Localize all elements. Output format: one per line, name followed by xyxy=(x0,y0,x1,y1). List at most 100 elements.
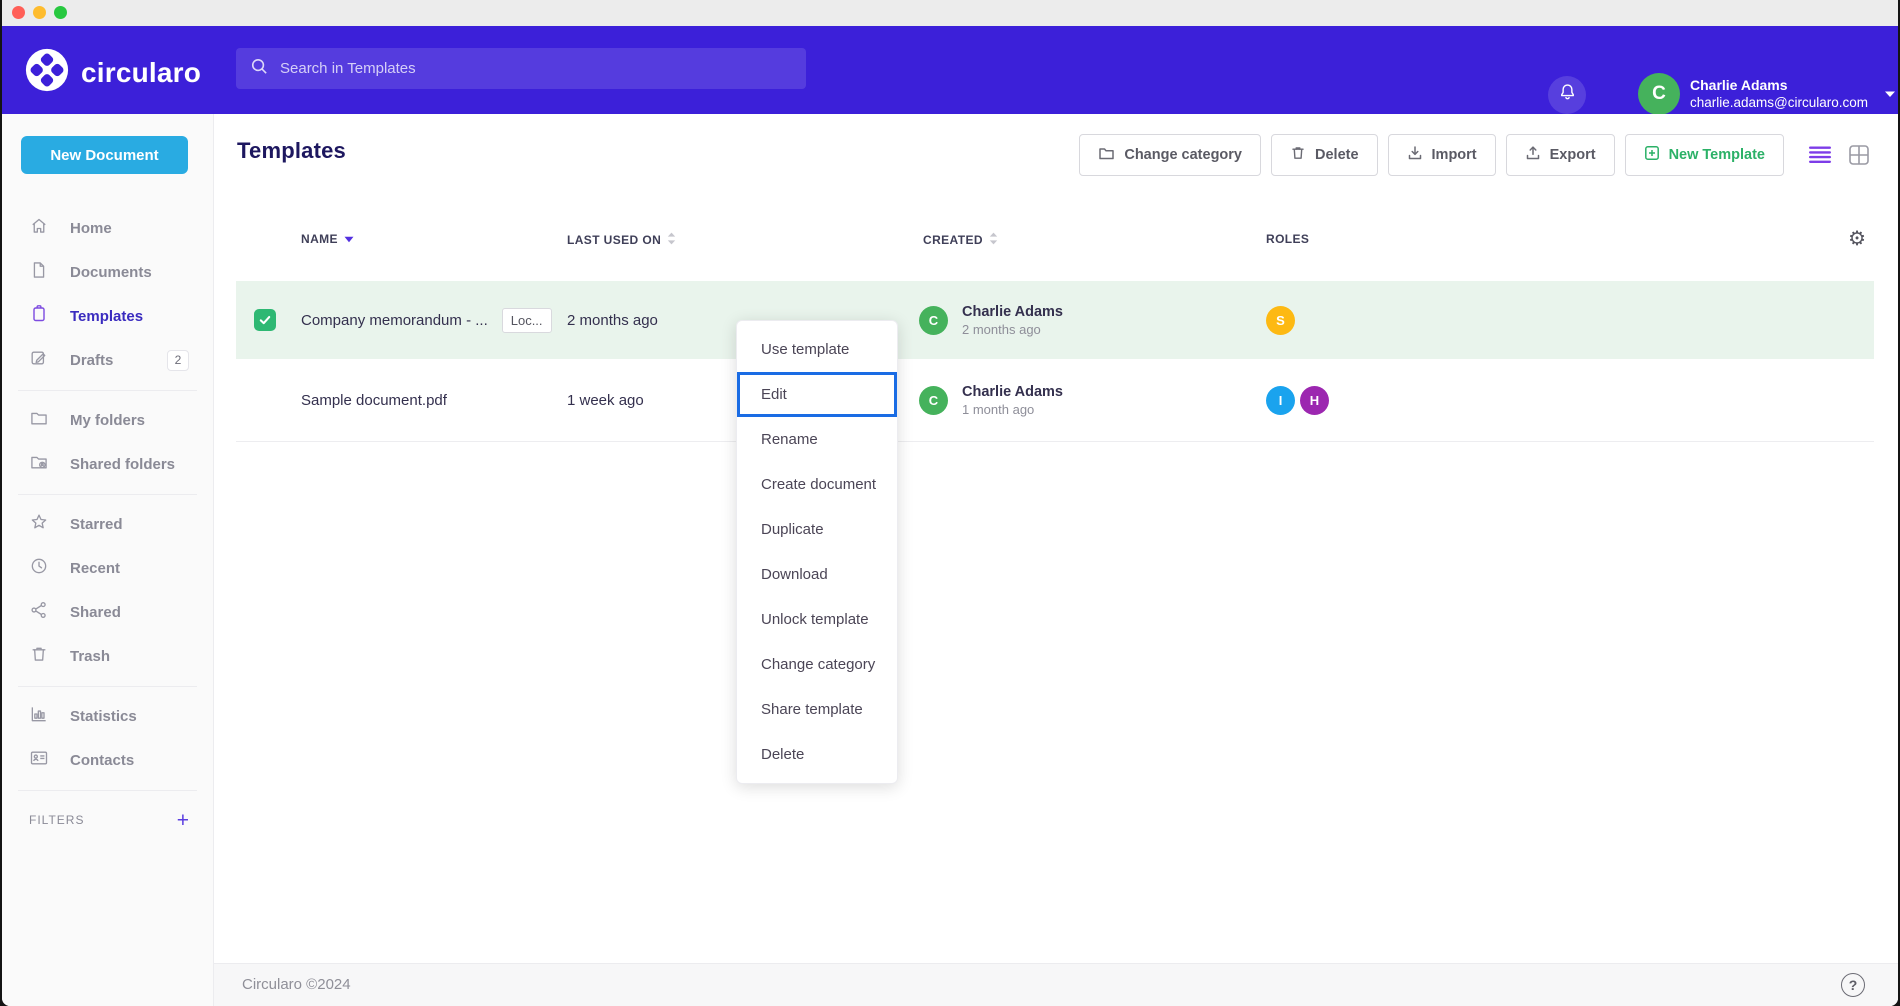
column-header-created[interactable]: CREATED xyxy=(923,232,998,248)
document-icon xyxy=(29,260,49,285)
menu-item-duplicate[interactable]: Duplicate xyxy=(737,507,897,552)
created-date: 1 month ago xyxy=(962,402,1063,417)
menu-item-change-category[interactable]: Change category xyxy=(737,642,897,687)
plus-square-icon xyxy=(1644,145,1660,165)
view-toggles xyxy=(1808,144,1870,166)
search-icon xyxy=(250,57,269,81)
drafts-count-badge: 2 xyxy=(167,350,189,371)
shared-folder-icon xyxy=(29,452,49,477)
sidebar-item-contacts[interactable]: Contacts xyxy=(2,738,213,782)
import-button[interactable]: Import xyxy=(1388,134,1496,176)
creator-name: Charlie Adams xyxy=(962,303,1063,323)
table-row-sample-document[interactable]: Sample document.pdf 1 week ago C Charlie… xyxy=(236,359,1874,442)
template-name[interactable]: Sample document.pdf xyxy=(301,392,447,409)
table-header: NAME LAST USED ON CREATED ROLES ⚙ xyxy=(236,214,1874,281)
sidebar-item-home[interactable]: Home xyxy=(2,206,213,250)
sidebar-item-recent[interactable]: Recent xyxy=(2,546,213,590)
menu-item-download[interactable]: Download xyxy=(737,552,897,597)
macos-titlebar xyxy=(2,0,1898,26)
contacts-icon xyxy=(29,748,49,773)
star-icon xyxy=(29,512,49,537)
question-mark-icon: ? xyxy=(1849,977,1858,993)
locked-badge: Loc... xyxy=(502,308,552,333)
role-avatar-i[interactable]: I xyxy=(1266,386,1295,415)
sidebar-divider xyxy=(18,494,197,495)
user-name: Charlie Adams xyxy=(1690,76,1868,94)
table-settings-gear-icon[interactable]: ⚙ xyxy=(1848,226,1866,250)
change-category-button[interactable]: Change category xyxy=(1079,134,1261,176)
close-window-button[interactable] xyxy=(12,6,25,19)
sidebar-item-documents[interactable]: Documents xyxy=(2,250,213,294)
trash-icon xyxy=(1290,145,1306,165)
maximize-window-button[interactable] xyxy=(54,6,67,19)
filters-label: FILTERS xyxy=(29,813,84,827)
user-menu[interactable]: C Charlie Adams charlie.adams@circularo.… xyxy=(1638,73,1896,115)
templates-table: NAME LAST USED ON CREATED ROLES ⚙ xyxy=(236,214,1874,442)
sidebar-item-drafts[interactable]: Drafts 2 xyxy=(2,338,213,382)
circularo-logo[interactable]: circularo xyxy=(24,47,201,98)
add-filter-button[interactable]: + xyxy=(177,810,189,831)
delete-button[interactable]: Delete xyxy=(1271,134,1378,176)
sidebar-divider xyxy=(18,390,197,391)
sort-icon xyxy=(667,232,676,248)
notifications-button[interactable] xyxy=(1548,76,1586,114)
page-title: Templates xyxy=(237,138,346,164)
sidebar-item-shared[interactable]: Shared xyxy=(2,590,213,634)
sidebar-item-templates[interactable]: Templates xyxy=(2,294,213,338)
folder-icon xyxy=(1098,145,1115,166)
sort-icon xyxy=(989,232,998,248)
role-avatar-s[interactable]: S xyxy=(1266,306,1295,335)
sidebar-divider xyxy=(18,790,197,791)
column-header-last-used[interactable]: LAST USED ON xyxy=(567,232,676,248)
circularo-logo-icon xyxy=(24,47,70,98)
import-icon xyxy=(1407,145,1423,165)
role-avatar-h[interactable]: H xyxy=(1300,386,1329,415)
sidebar-item-trash[interactable]: Trash xyxy=(2,634,213,678)
menu-item-share-template[interactable]: Share template xyxy=(737,687,897,732)
template-icon xyxy=(29,304,49,329)
menu-item-create-document[interactable]: Create document xyxy=(737,462,897,507)
chevron-down-icon xyxy=(1884,85,1896,103)
template-name[interactable]: Company memorandum - ... xyxy=(301,312,488,329)
user-avatar: C xyxy=(1638,73,1680,115)
table-row-company-memorandum[interactable]: Company memorandum - ... Loc... 2 months… xyxy=(236,281,1874,359)
export-button[interactable]: Export xyxy=(1506,134,1615,176)
menu-item-edit[interactable]: Edit xyxy=(737,372,897,417)
statistics-icon xyxy=(29,704,49,729)
sidebar-divider xyxy=(18,686,197,687)
menu-item-rename[interactable]: Rename xyxy=(737,417,897,462)
row-context-menu: Use template Edit Rename Create document… xyxy=(736,320,898,784)
sidebar-item-my-folders[interactable]: My folders xyxy=(2,398,213,442)
menu-item-unlock-template[interactable]: Unlock template xyxy=(737,597,897,642)
toolbar: Change category Delete Import Export New… xyxy=(1079,134,1870,176)
sidebar-item-statistics[interactable]: Statistics xyxy=(2,694,213,738)
row-checkbox-checked[interactable] xyxy=(254,309,276,331)
sort-desc-icon xyxy=(344,232,354,246)
help-button[interactable]: ? xyxy=(1841,973,1865,997)
column-header-name[interactable]: NAME xyxy=(301,232,354,246)
sidebar-item-shared-folders[interactable]: Shared folders xyxy=(2,442,213,486)
share-icon xyxy=(29,600,49,625)
new-document-button[interactable]: New Document xyxy=(21,136,188,174)
trash-icon xyxy=(29,644,49,669)
minimize-window-button[interactable] xyxy=(33,6,46,19)
last-used-value: 2 months ago xyxy=(567,281,658,359)
sidebar: New Document Home Documents Templates Dr… xyxy=(2,114,214,1006)
new-template-button[interactable]: New Template xyxy=(1625,134,1784,176)
created-date: 2 months ago xyxy=(962,322,1063,337)
draft-icon xyxy=(29,348,49,373)
column-header-roles: ROLES xyxy=(1266,232,1309,246)
sidebar-item-starred[interactable]: Starred xyxy=(2,502,213,546)
menu-item-delete[interactable]: Delete xyxy=(737,732,897,777)
home-icon xyxy=(29,216,49,241)
creator-avatar: C xyxy=(919,306,948,335)
menu-item-use-template[interactable]: Use template xyxy=(737,327,897,372)
grid-view-button[interactable] xyxy=(1848,144,1870,166)
search-input[interactable] xyxy=(280,60,792,77)
list-view-button[interactable] xyxy=(1808,145,1832,165)
app-header: circularo C Charlie Adams charlie. xyxy=(2,26,1898,114)
main-content: Templates Change category Delete Import … xyxy=(214,114,1898,1006)
search-bar[interactable] xyxy=(236,48,806,89)
last-used-value: 1 week ago xyxy=(567,359,644,441)
clock-icon xyxy=(29,556,49,581)
